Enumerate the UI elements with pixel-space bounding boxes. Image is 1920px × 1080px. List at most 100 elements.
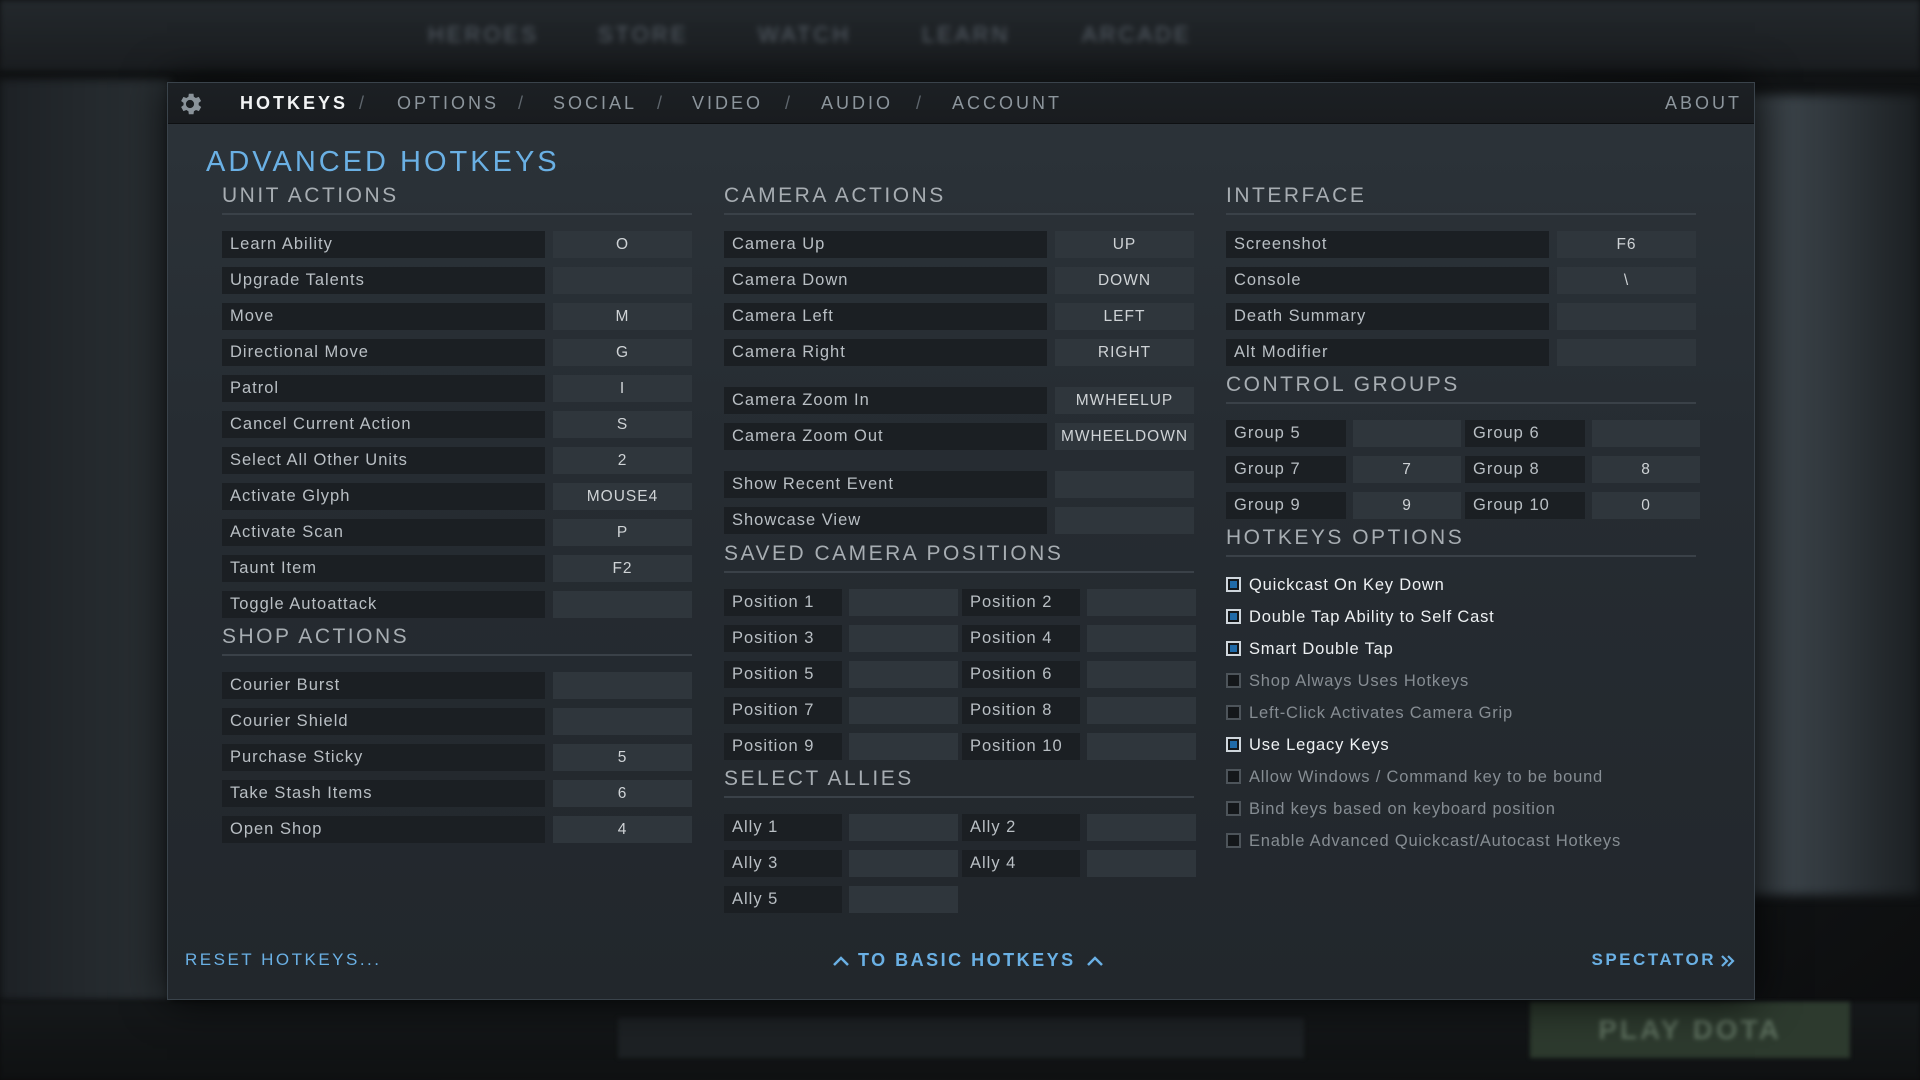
- hotkey-binding-taunt-item[interactable]: F2: [553, 555, 692, 582]
- hotkey-binding-position-5[interactable]: [849, 661, 958, 688]
- tab-social[interactable]: SOCIAL: [553, 93, 637, 114]
- hotkey-row-position-7: Position 7: [724, 697, 958, 724]
- tab-options[interactable]: OPTIONS: [397, 93, 499, 114]
- hotkey-row-ally-5: Ally 5: [724, 886, 958, 913]
- checkbox[interactable]: [1226, 705, 1241, 720]
- option-allow-windows-command-key-to-be-bound[interactable]: Allow Windows / Command key to be bound: [1226, 768, 1666, 792]
- hotkey-binding-ally-5[interactable]: [849, 886, 958, 913]
- hotkey-binding-move[interactable]: M: [553, 303, 692, 330]
- hotkey-binding-position-4[interactable]: [1087, 625, 1196, 652]
- hotkey-binding-activate-scan[interactable]: P: [553, 519, 692, 546]
- hotkey-binding-ally-4[interactable]: [1087, 850, 1196, 877]
- settings-dialog: HOTKEYS / OPTIONS / SOCIAL / VIDEO / AUD…: [167, 82, 1755, 1000]
- hotkey-binding-purchase-sticky[interactable]: 5: [553, 744, 692, 771]
- checkbox[interactable]: [1226, 737, 1241, 752]
- hotkey-binding-group-6[interactable]: [1592, 420, 1700, 447]
- hotkey-binding-directional-move[interactable]: G: [553, 339, 692, 366]
- hotkey-binding-camera-zoom-in[interactable]: MWHEELUP: [1055, 387, 1194, 414]
- hotkey-binding-position-7[interactable]: [849, 697, 958, 724]
- hotkey-binding-position-10[interactable]: [1087, 733, 1196, 760]
- tab-hotkeys[interactable]: HOTKEYS: [240, 93, 348, 114]
- hotkey-binding-camera-left[interactable]: LEFT: [1055, 303, 1194, 330]
- option-shop-always-uses-hotkeys[interactable]: Shop Always Uses Hotkeys: [1226, 672, 1666, 696]
- checkbox[interactable]: [1226, 769, 1241, 784]
- hotkey-binding-group-10[interactable]: 0: [1592, 492, 1700, 519]
- settings-tab-bar: HOTKEYS / OPTIONS / SOCIAL / VIDEO / AUD…: [168, 83, 1754, 124]
- hotkey-row-showcase-view: Showcase View: [724, 507, 1194, 534]
- hotkey-label: Group 8: [1465, 456, 1585, 483]
- hotkey-binding-patrol[interactable]: I: [553, 375, 692, 402]
- checkbox[interactable]: [1226, 609, 1241, 624]
- option-quickcast-on-key-down[interactable]: Quickcast On Key Down: [1226, 576, 1666, 600]
- hotkey-label: Open Shop: [222, 816, 545, 843]
- hotkey-binding-group-7[interactable]: 7: [1353, 456, 1461, 483]
- hotkey-row-courier-burst: Courier Burst: [222, 672, 692, 699]
- hotkey-row-death-summary: Death Summary: [1226, 303, 1696, 330]
- background-nav-heroes: HEROES: [428, 22, 539, 47]
- checkbox[interactable]: [1226, 801, 1241, 816]
- tab-about[interactable]: ABOUT: [1665, 93, 1742, 114]
- hotkey-binding-position-2[interactable]: [1087, 589, 1196, 616]
- option-double-tap-ability-to-self-cast[interactable]: Double Tap Ability to Self Cast: [1226, 608, 1666, 632]
- hotkey-binding-toggle-autoattack[interactable]: [553, 591, 692, 618]
- hotkey-binding-select-all-other-units[interactable]: 2: [553, 447, 692, 474]
- hotkey-binding-group-5[interactable]: [1353, 420, 1461, 447]
- hotkey-binding-open-shop[interactable]: 4: [553, 816, 692, 843]
- hotkey-binding-ally-1[interactable]: [849, 814, 958, 841]
- hotkey-row-position-3: Position 3: [724, 625, 958, 652]
- hotkey-label: Select All Other Units: [222, 447, 545, 474]
- hotkey-binding-screenshot[interactable]: F6: [1557, 231, 1696, 258]
- hotkey-binding-camera-right[interactable]: RIGHT: [1055, 339, 1194, 366]
- checkbox[interactable]: [1226, 641, 1241, 656]
- hotkey-binding-position-1[interactable]: [849, 589, 958, 616]
- checkbox[interactable]: [1226, 833, 1241, 848]
- hotkey-binding-camera-zoom-out[interactable]: MWHEELDOWN: [1055, 423, 1194, 450]
- checkbox[interactable]: [1226, 577, 1241, 592]
- hotkey-binding-position-6[interactable]: [1087, 661, 1196, 688]
- hotkey-label: Learn Ability: [222, 231, 545, 258]
- hotkey-binding-camera-up[interactable]: UP: [1055, 231, 1194, 258]
- hotkey-label: Alt Modifier: [1226, 339, 1549, 366]
- hotkey-label: Group 9: [1226, 492, 1346, 519]
- hotkey-binding-take-stash-items[interactable]: 6: [553, 780, 692, 807]
- hotkey-binding-position-9[interactable]: [849, 733, 958, 760]
- gear-icon[interactable]: [174, 88, 206, 120]
- hotkey-row-learn-ability: Learn Ability O: [222, 231, 692, 258]
- tab-account[interactable]: ACCOUNT: [952, 93, 1062, 114]
- hotkey-binding-position-3[interactable]: [849, 625, 958, 652]
- hotkey-binding-cancel-current-action[interactable]: S: [553, 411, 692, 438]
- hotkey-binding-show-recent-event[interactable]: [1055, 471, 1194, 498]
- hotkey-row-camera-left: Camera Left LEFT: [724, 303, 1194, 330]
- hotkey-label: Group 7: [1226, 456, 1346, 483]
- hotkey-binding-console[interactable]: \: [1557, 267, 1696, 294]
- chevron-up-icon: [1086, 956, 1103, 967]
- hotkey-binding-upgrade-talents[interactable]: [553, 267, 692, 294]
- hotkey-binding-courier-burst[interactable]: [553, 672, 692, 699]
- hotkey-binding-group-8[interactable]: 8: [1592, 456, 1700, 483]
- hotkey-label: Position 6: [962, 661, 1080, 688]
- checkbox[interactable]: [1226, 673, 1241, 688]
- to-basic-hotkeys-button[interactable]: TO BASIC HOTKEYS: [832, 950, 1104, 971]
- option-left-click-activates-camera-grip[interactable]: Left-Click Activates Camera Grip: [1226, 704, 1666, 728]
- hotkey-row-take-stash-items: Take Stash Items 6: [222, 780, 692, 807]
- option-smart-double-tap[interactable]: Smart Double Tap: [1226, 640, 1666, 664]
- hotkey-binding-alt-modifier[interactable]: [1557, 339, 1696, 366]
- hotkey-binding-camera-down[interactable]: DOWN: [1055, 267, 1194, 294]
- hotkey-binding-learn-ability[interactable]: O: [553, 231, 692, 258]
- spectator-button[interactable]: SPECTATOR: [1591, 950, 1736, 970]
- hotkey-binding-showcase-view[interactable]: [1055, 507, 1194, 534]
- hotkey-binding-ally-2[interactable]: [1087, 814, 1196, 841]
- option-use-legacy-keys[interactable]: Use Legacy Keys: [1226, 736, 1666, 760]
- hotkey-binding-activate-glyph[interactable]: MOUSE4: [553, 483, 692, 510]
- section-divider: [1226, 402, 1696, 404]
- tab-audio[interactable]: AUDIO: [821, 93, 893, 114]
- reset-hotkeys-button[interactable]: RESET HOTKEYS...: [185, 950, 382, 970]
- hotkey-binding-death-summary[interactable]: [1557, 303, 1696, 330]
- tab-video[interactable]: VIDEO: [692, 93, 763, 114]
- hotkey-binding-courier-shield[interactable]: [553, 708, 692, 735]
- hotkey-binding-position-8[interactable]: [1087, 697, 1196, 724]
- option-enable-advanced-quickcast-autocast-hotkeys[interactable]: Enable Advanced Quickcast/Autocast Hotke…: [1226, 832, 1666, 856]
- hotkey-binding-ally-3[interactable]: [849, 850, 958, 877]
- hotkey-binding-group-9[interactable]: 9: [1353, 492, 1461, 519]
- option-bind-keys-based-on-keyboard-position[interactable]: Bind keys based on keyboard position: [1226, 800, 1666, 824]
